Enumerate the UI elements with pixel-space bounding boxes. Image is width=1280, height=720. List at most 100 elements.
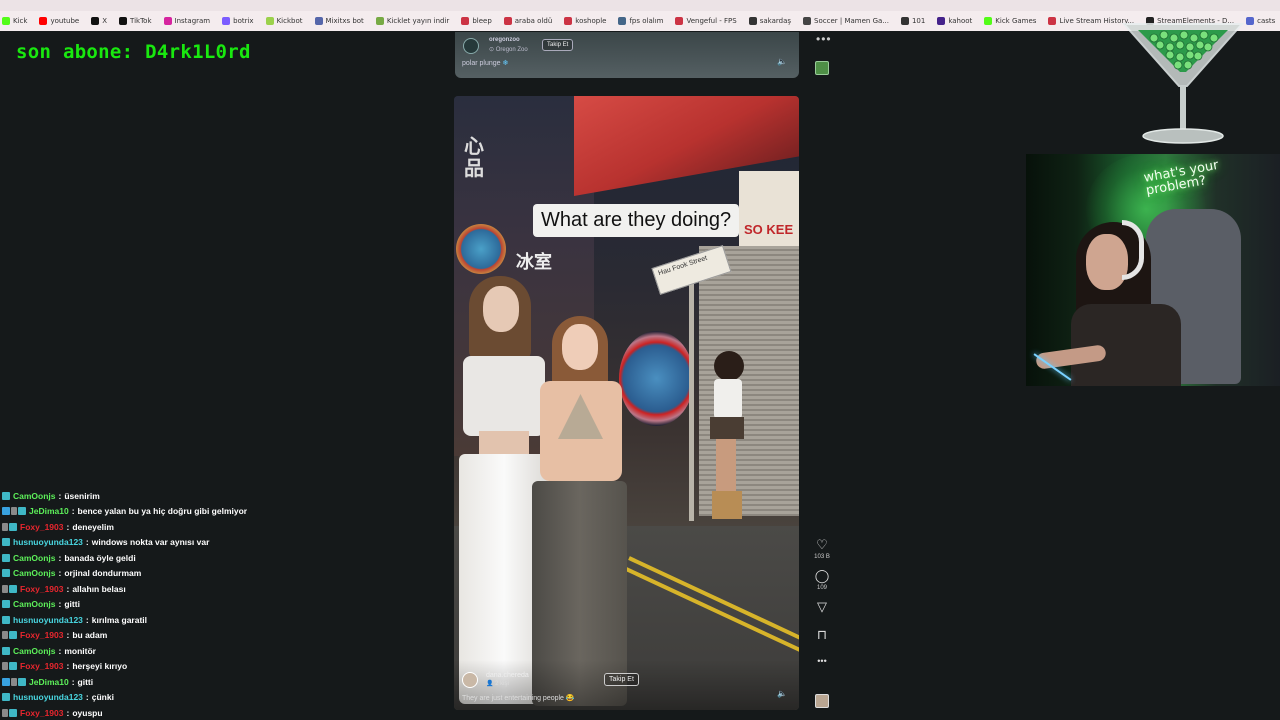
gift-badge-icon [2,662,8,671]
bookmark-item[interactable]: Kick [2,17,27,25]
chat-username[interactable]: JeDima10 [29,506,69,516]
more-actions-button[interactable]: ••• [810,654,834,668]
chat-username[interactable]: Foxy_1903 [20,584,63,594]
subscriber-badge-icon [2,600,10,609]
chat-username[interactable]: CamOonjs [13,553,56,563]
bookmark-label: araba oldü [514,17,553,25]
audio-thumbnail[interactable] [815,694,829,708]
extension-icon[interactable] [815,61,829,75]
chat-separator: : [58,645,62,656]
chat-overlay: CamOonjs: üsenirim JeDima10: bence yalan bu… [2,488,442,720]
chat-text: banada öyle geldi [64,552,136,563]
chat-text: çünki [91,692,114,703]
chat-username[interactable]: CamOonjs [13,568,56,578]
previous-video-card[interactable]: oregonzoo ⊙ Oregon Zoo Takip Et polar pl… [455,32,799,78]
latest-subscriber-label: son abone: D4rk1L0rd [16,41,251,63]
bookmark-label: 101 [911,17,926,25]
bookmark-favicon-icon [461,17,470,25]
gift-badge-icon [2,631,8,640]
video-description-text: They are just entertaining people [462,695,564,702]
chat-message: CamOonjs: üsenirim [2,488,442,504]
bookmark-icon: ⊓ [816,627,828,642]
bookmark-favicon-icon [675,17,684,25]
share-button[interactable]: ▽ [810,600,834,614]
video-follow-button[interactable]: Takip Et [604,673,639,686]
chat-username[interactable]: JeDima10 [29,677,69,687]
bookmark-item[interactable]: fps olalım [618,17,663,25]
video-author-username[interactable]: dana.chereda [486,672,529,679]
chat-username[interactable]: CamOonjs [13,646,56,656]
gift-badge-icon [2,522,8,531]
bookmark-item[interactable]: Kicklet yayın indir [375,17,449,25]
chat-username[interactable]: Foxy_1903 [20,630,63,640]
bookmark-favicon-icon [618,17,627,25]
like-button[interactable]: ♡ 103 B [810,538,834,561]
bookmark-item[interactable]: TikTok [119,17,152,25]
chat-username[interactable]: Foxy_1903 [20,661,63,671]
bookmark-item[interactable]: bleep [461,17,492,25]
moderator-badge-icon [2,507,10,516]
previous-video-location-text: Oregon Zoo [495,47,528,53]
bookmark-label: Kick [13,17,28,25]
previous-video-username[interactable]: oregonzoo [489,37,520,43]
chat-username[interactable]: CamOonjs [13,491,56,501]
previous-video-volume-icon[interactable]: 🔈 [777,57,787,66]
bookmark-item[interactable]: koshople [564,17,606,25]
bookmark-item[interactable]: Soccer | Mamen Ga... [803,17,889,25]
bookmark-item[interactable]: Vengeful - FPS [675,17,737,25]
emoji-icon: 😂 [565,695,575,702]
previous-video-location: ⊙ Oregon Zoo [489,47,528,53]
video-volume-icon[interactable]: 🔈 [777,689,787,698]
bookmark-item[interactable]: Kick Games [984,17,1036,25]
subscriber-badge-icon [2,646,10,655]
main-video-player[interactable]: SO KEE 心品 冰室 Hau Fook Street What are th… [454,96,799,710]
bookmark-item[interactable]: araba oldü [503,17,553,25]
chat-username[interactable]: CamOonjs [13,599,56,609]
chat-username[interactable]: husnuoyunda123 [13,537,83,547]
subscriber-badge-icon [9,631,17,640]
gift-badge-icon [2,708,8,717]
chat-separator: : [85,537,89,548]
bookmark-favicon-icon [39,17,48,25]
bookmark-item[interactable]: botrix [222,17,254,25]
bookmark-favicon-icon [937,17,946,25]
bookmark-favicon-icon [503,17,512,25]
bookmark-label: Kickbot [276,17,303,25]
bookmark-label: sakardaş [759,17,792,25]
chat-message: CamOonjs: gitti [2,597,442,613]
bookmark-item[interactable]: casts [1246,17,1275,25]
bookmark-favicon-icon [314,17,323,25]
bookmark-item[interactable]: Mixitxs bot [314,17,364,25]
bookmark-item[interactable]: kahoot [937,17,972,25]
bookmark-item[interactable]: sakardaş [748,17,792,25]
chat-username[interactable]: husnuoyunda123 [13,692,83,702]
chat-separator: : [58,568,62,579]
bookmark-label: Mixitxs bot [325,17,364,25]
bookmark-item[interactable]: 101 [900,17,926,25]
subscriber-badge-icon [9,708,17,717]
previous-video-follow-button[interactable]: Takip Et [542,39,574,51]
more-options-icon[interactable]: ••• [816,32,832,46]
previous-video-avatar[interactable] [463,38,479,54]
chat-text: herşeyi kırıyo [72,661,128,672]
bookmark-item[interactable]: Instagram [163,17,210,25]
chat-username[interactable]: Foxy_1903 [20,522,63,532]
video-shop-sign-text: SO KEE [744,222,794,237]
bookmark-favicon-icon [984,17,993,25]
chat-message: husnuoyunda123: çünki [2,690,442,706]
bookmark-item[interactable]: Kickbot [265,17,303,25]
bookmark-favicon-icon [1246,17,1255,25]
video-author-avatar[interactable] [462,672,478,688]
bookmark-item[interactable]: youtube [39,17,79,25]
bookmark-label: Kick Games [995,17,1037,25]
bookmark-favicon-icon [803,17,812,25]
bookmark-favicon-icon [2,17,10,25]
chat-username[interactable]: Foxy_1903 [20,708,63,718]
chat-username[interactable]: husnuoyunda123 [13,615,83,625]
comment-button[interactable]: ◯ 109 [810,569,834,592]
chat-text: gitti [64,599,80,610]
more-icon: ••• [817,656,827,666]
bookmark-item[interactable]: X [91,17,107,25]
chat-message: husnuoyunda123: windows nokta var aynısı … [2,535,442,551]
save-button[interactable]: ⊓ [810,628,834,642]
